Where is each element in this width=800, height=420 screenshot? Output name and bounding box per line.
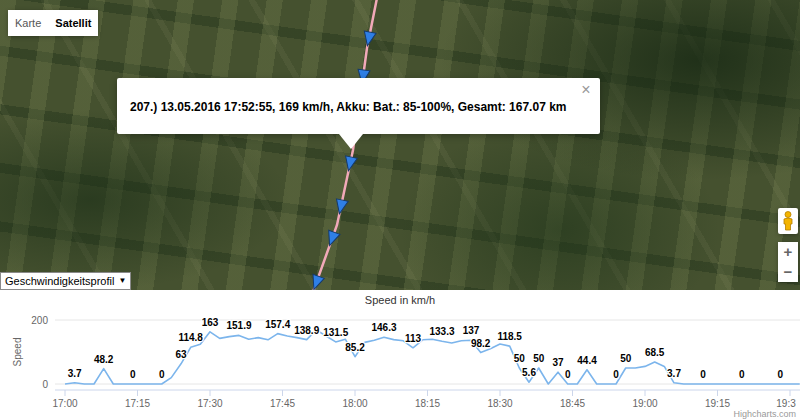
data-label: 0	[739, 369, 745, 380]
x-tick-mark	[65, 390, 66, 396]
grid-line	[55, 320, 800, 321]
x-tick-mark	[717, 390, 718, 396]
data-label: 131.5	[323, 327, 348, 338]
data-label: 138.9	[294, 325, 319, 336]
x-tick-mark	[355, 390, 356, 396]
data-label: 0	[700, 369, 706, 380]
x-tick-mark	[427, 390, 428, 396]
data-label: 151.9	[226, 320, 251, 331]
data-label: 137	[463, 325, 480, 336]
direction-arrow-icon[interactable]	[334, 199, 349, 215]
data-label: 133.3	[429, 326, 454, 337]
track-line[interactable]	[313, 0, 377, 290]
data-label: 0	[159, 369, 165, 380]
y-axis-title: Speed	[12, 338, 23, 367]
street-view-button[interactable]	[778, 208, 798, 234]
data-label: 85.2	[345, 342, 365, 353]
close-button[interactable]: ×	[579, 81, 592, 99]
popup-text: 207.) 13.05.2016 17:52:55, 169 km/h, Akk…	[130, 100, 566, 114]
satellite-map[interactable]: KarteSatellit 207.) 13.05.2016 17:52:55, …	[0, 0, 800, 290]
dropdown-arrow-icon: ▼	[118, 274, 126, 288]
data-label: 0	[613, 369, 619, 380]
direction-arrow-icon[interactable]	[362, 31, 377, 47]
chart-title: Speed in km/h	[365, 294, 435, 306]
select-value: Geschwindigkeitsprofil	[5, 274, 114, 288]
data-label: 0	[130, 369, 136, 380]
x-tick-label: 19:15	[705, 398, 730, 409]
x-tick-label: 17:15	[125, 398, 150, 409]
profile-select[interactable]: Geschwindigkeitsprofil ▼	[0, 272, 131, 290]
x-tick-mark	[500, 390, 501, 396]
zoom-control: +−	[778, 242, 798, 282]
x-tick-mark	[645, 390, 646, 396]
map-type-button[interactable]: Satellit	[48, 10, 98, 36]
data-label: 48.2	[94, 354, 114, 365]
map-type-toggle: KarteSatellit	[8, 10, 98, 36]
speed-series-line[interactable]	[65, 330, 800, 384]
speed-chart: Speed in km/h Speed 0 200 17:00 17:15 17:30 17:…	[0, 290, 800, 420]
map-type-button[interactable]: Karte	[8, 10, 48, 36]
zoom-in-button[interactable]: +	[778, 242, 798, 262]
popup-pointer	[339, 134, 363, 149]
x-tick-label: 18:15	[415, 398, 440, 409]
zoom-out-button[interactable]: −	[778, 262, 798, 282]
data-label: 98.2	[471, 338, 491, 349]
y-tick-label: 200	[31, 315, 48, 326]
data-label: 50	[620, 353, 632, 364]
data-label: 113	[405, 333, 422, 344]
x-tick-mark	[210, 390, 211, 396]
x-tick-label: 19:00	[632, 398, 657, 409]
data-label: 114.8	[178, 332, 203, 343]
chart-credits[interactable]: Highcharts.com	[733, 409, 796, 419]
chart-canvas: Speed in km/h Speed 0 200 17:00 17:15 17:30 17:…	[0, 290, 800, 420]
x-tick-label: 18:00	[342, 398, 367, 409]
data-label: 0	[778, 369, 784, 380]
data-label: 3.7	[667, 368, 681, 379]
data-label: 146.3	[371, 322, 396, 333]
direction-arrow-icon[interactable]	[324, 230, 340, 247]
direction-arrow-icon[interactable]	[343, 156, 358, 172]
data-label: 0	[565, 369, 571, 380]
data-label: 50	[514, 353, 526, 364]
x-tick-mark	[572, 390, 573, 396]
y-tick-label: 0	[42, 379, 48, 390]
x-tick-label: 17:30	[197, 398, 222, 409]
x-tick-mark	[282, 390, 283, 396]
info-popup: 207.) 13.05.2016 17:52:55, 169 km/h, Akk…	[117, 78, 600, 134]
x-tick-label: 17:00	[52, 398, 77, 409]
x-tick-label: 18:45	[560, 398, 585, 409]
pegman-icon	[782, 211, 794, 231]
x-tick-label: 19:3	[776, 398, 796, 409]
data-label: 118.5	[497, 331, 522, 342]
data-label: 163	[202, 317, 219, 328]
x-tick-label: 18:30	[487, 398, 512, 409]
track-layer	[0, 0, 800, 290]
data-label: 5.6	[522, 367, 536, 378]
data-label: 37	[552, 357, 564, 368]
map-controls: +−	[778, 208, 798, 282]
data-label: 50	[533, 353, 545, 364]
x-tick-label: 17:45	[270, 398, 295, 409]
direction-arrow-icon[interactable]	[308, 274, 324, 290]
x-tick-mark	[137, 390, 138, 396]
data-label: 157.4	[265, 319, 290, 330]
data-label: 68.5	[645, 347, 665, 358]
data-label: 44.4	[577, 355, 597, 366]
data-label: 3.7	[68, 368, 82, 379]
x-tick-mark	[790, 390, 791, 396]
data-label: 63	[175, 349, 187, 360]
